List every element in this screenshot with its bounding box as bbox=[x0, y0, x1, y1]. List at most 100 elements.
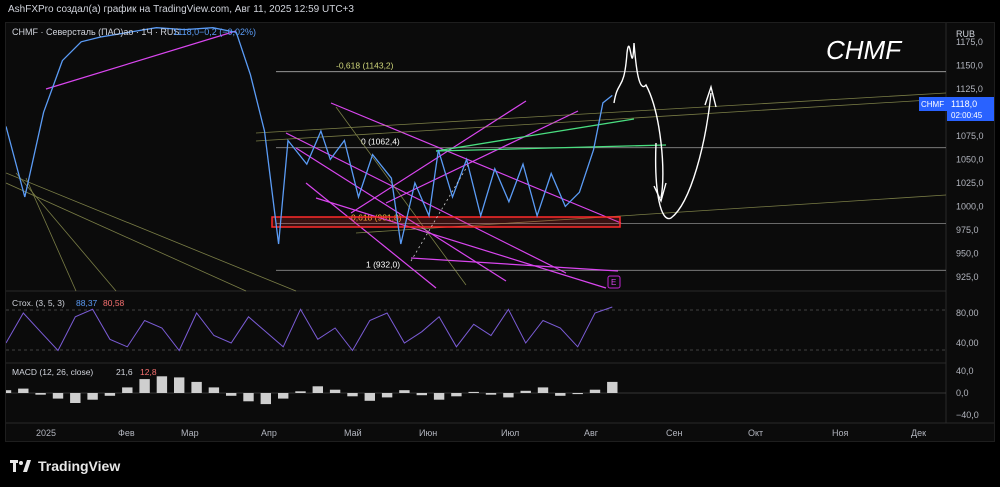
macd-bar bbox=[520, 390, 531, 393]
pink-trendline[interactable] bbox=[45, 30, 237, 90]
price-series-line bbox=[5, 27, 613, 245]
tradingview-logo-icon bbox=[10, 460, 31, 472]
pink-trendline[interactable] bbox=[315, 197, 607, 289]
macd-bar bbox=[555, 393, 566, 396]
tradingview-brand: TradingView bbox=[38, 458, 121, 474]
macd-bar bbox=[104, 393, 116, 396]
pink-trendlines[interactable] bbox=[45, 30, 622, 289]
macd-bar bbox=[70, 393, 81, 403]
macd-bar bbox=[243, 393, 254, 402]
macd-bar bbox=[433, 393, 445, 400]
pink-trendline[interactable] bbox=[385, 110, 579, 204]
time-tick-label: Июл bbox=[501, 428, 519, 438]
macd-bar bbox=[416, 393, 427, 396]
pink-trendline[interactable] bbox=[295, 147, 507, 282]
time-tick-label: 2025 bbox=[36, 428, 56, 438]
time-tick-label: Май bbox=[344, 428, 362, 438]
stoch-legend-k: 88,37 bbox=[76, 298, 98, 308]
chart-caption: AshFXPro создал(а) график на TradingView… bbox=[0, 0, 1000, 20]
time-tick-label: Апр bbox=[261, 428, 277, 438]
chart-watermark: CHMF bbox=[826, 35, 903, 65]
macd-tick-label: 0,0 bbox=[956, 388, 969, 398]
price-tag-timer: 02:00:45 bbox=[951, 111, 983, 120]
macd-bar bbox=[312, 386, 323, 393]
time-tick-label: Авг bbox=[584, 428, 599, 438]
price-tick-label: 1050,0 bbox=[956, 154, 984, 164]
time-tick-label: Сен bbox=[666, 428, 683, 438]
time-tick-label: Дек bbox=[911, 428, 926, 438]
time-axis[interactable]: 2025 Фев Мар Апр Май Июн Июл Авг Сен Окт Ноя Дек bbox=[36, 428, 926, 438]
macd-bar bbox=[347, 393, 358, 397]
macd-bar bbox=[87, 393, 98, 400]
macd-bar bbox=[226, 393, 237, 396]
price-tag-price: 1118,0 bbox=[951, 99, 977, 109]
stoch-legend-d: 80,58 bbox=[103, 298, 125, 308]
macd-bar bbox=[381, 393, 393, 398]
support-zone-box[interactable] bbox=[271, 216, 621, 228]
olive-trendline[interactable] bbox=[255, 98, 947, 142]
macd-legend-hist: 21,6 bbox=[116, 367, 133, 377]
macd-legend-name[interactable]: MACD (12, 26, close) bbox=[12, 367, 93, 377]
time-tick-label: Фев bbox=[118, 428, 135, 438]
macd-bar bbox=[295, 391, 306, 393]
forecast-path[interactable] bbox=[654, 92, 712, 220]
macd-bar bbox=[18, 388, 29, 393]
macd-bar bbox=[139, 379, 150, 393]
price-axis[interactable]: 1175,01150,01125,01100,01075,01050,01025… bbox=[956, 37, 984, 282]
macd-bar bbox=[35, 393, 46, 395]
legend-symbol[interactable]: CHMF · Северсталь (ПАО)ао · 1Ч · RUS bbox=[12, 27, 179, 37]
fib-levels[interactable]: -0,618 (1143,2)0 (1062,4)0,618 (981,8)1 … bbox=[276, 61, 946, 271]
macd-bar bbox=[607, 381, 618, 393]
currency-label: RUB bbox=[956, 29, 975, 39]
macd-bar bbox=[260, 393, 271, 405]
macd-bar bbox=[589, 389, 601, 393]
legend-change: −0,2 (−0,02%) bbox=[199, 27, 256, 37]
macd-tick-label: 40,0 bbox=[956, 366, 974, 376]
price-tick-label: 925,0 bbox=[956, 272, 979, 282]
hand-drawn-forecast[interactable] bbox=[613, 42, 717, 220]
macd-bar bbox=[122, 387, 133, 393]
price-tick-label: 1000,0 bbox=[956, 201, 984, 211]
price-tick-label: 1125,0 bbox=[956, 84, 983, 94]
forecast-arrowhead[interactable] bbox=[653, 182, 667, 204]
olive-trendline[interactable] bbox=[5, 182, 247, 292]
olive-trendline[interactable] bbox=[15, 172, 117, 292]
fib-level-label: -0,618 (1143,2) bbox=[336, 61, 394, 71]
macd-bar bbox=[52, 393, 64, 399]
macd-bar bbox=[468, 391, 479, 393]
stoch-tick-label: 80,00 bbox=[956, 308, 979, 318]
price-tick-label: 950,0 bbox=[956, 248, 979, 258]
stoch-legend-name[interactable]: Стох. (3, 5, 3) bbox=[12, 298, 65, 308]
time-tick-label: Ноя bbox=[832, 428, 849, 438]
tradingview-logo[interactable]: TradingView bbox=[10, 458, 120, 474]
fib-level-label: 0 (1062,4) bbox=[361, 137, 400, 147]
pink-trendline[interactable] bbox=[350, 100, 527, 214]
macd-bar bbox=[364, 393, 375, 401]
stoch-axis[interactable]: 80,00 40,00 bbox=[956, 308, 979, 348]
macd-bar bbox=[572, 393, 583, 395]
time-tick-label: Мар bbox=[181, 428, 199, 438]
price-tag-symbol: CHMF bbox=[921, 100, 944, 109]
price-tick-label: 1075,0 bbox=[956, 131, 984, 141]
macd-bar bbox=[174, 377, 185, 393]
chart-frame[interactable]: -0,618 (1143,2)0 (1062,4)0,618 (981,8)1 … bbox=[0, 22, 995, 442]
macd-bar bbox=[278, 393, 289, 399]
price-tick-label: 1025,0 bbox=[956, 178, 984, 188]
macd-bar bbox=[208, 387, 220, 393]
macd-bar bbox=[451, 393, 462, 397]
macd-axis[interactable]: 40,0 0,0 −40,0 bbox=[956, 366, 979, 420]
stoch-tick-label: 40,00 bbox=[956, 338, 979, 348]
macd-bar bbox=[485, 393, 497, 395]
macd-bar bbox=[156, 376, 168, 393]
olive-trendline[interactable] bbox=[335, 106, 467, 286]
macd-tick-label: −40,0 bbox=[956, 410, 979, 420]
chart-canvas[interactable]: -0,618 (1143,2)0 (1062,4)0,618 (981,8)1 … bbox=[0, 23, 994, 441]
fib-level-label: 1 (932,0) bbox=[366, 259, 400, 269]
macd-legend-signal: 12,8 bbox=[140, 367, 157, 377]
price-tick-label: 975,0 bbox=[956, 225, 979, 235]
macd-bar bbox=[537, 387, 549, 393]
macd-bar bbox=[503, 393, 514, 398]
pink-trendline[interactable] bbox=[330, 102, 622, 224]
time-tick-label: Июн bbox=[419, 428, 437, 438]
stochastic-line bbox=[5, 306, 613, 352]
